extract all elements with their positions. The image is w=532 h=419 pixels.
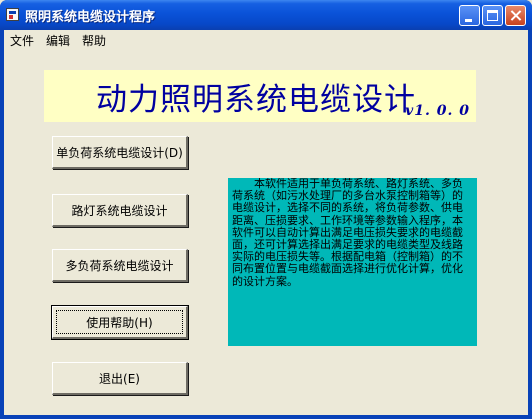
window-title: 照明系统电缆设计程序 bbox=[25, 10, 156, 25]
multi-load-design-button[interactable]: 多负荷系统电缆设计 bbox=[52, 249, 188, 282]
close-icon[interactable] bbox=[505, 5, 526, 26]
title-bar[interactable]: 照明系统电缆设计程序 bbox=[0, 0, 532, 30]
app-window: 照明系统电缆设计程序 文件 编辑 帮助 动力照明系统电缆设计 v1. 0. 0 … bbox=[0, 0, 532, 419]
menu-bar: 文件 编辑 帮助 bbox=[4, 30, 528, 49]
app-heading: 动力照明系统电缆设计 bbox=[96, 82, 416, 118]
menu-edit[interactable]: 编辑 bbox=[46, 32, 70, 49]
street-light-design-button[interactable]: 路灯系统电缆设计 bbox=[52, 194, 188, 227]
single-load-design-button[interactable]: 单负荷系统电缆设计(D) bbox=[52, 136, 188, 169]
menu-file[interactable]: 文件 bbox=[10, 32, 34, 49]
app-window-icon[interactable] bbox=[6, 8, 19, 21]
maximize-icon[interactable] bbox=[482, 5, 503, 26]
main-form: 文件 编辑 帮助 动力照明系统电缆设计 v1. 0. 0 单负荷系统电缆设计(D… bbox=[4, 30, 528, 415]
description-text: 本软件适用于单负荷系统、路灯系统、多负荷系统（如污水处理厂的多台水泵控制箱等）的… bbox=[228, 178, 477, 346]
minimize-icon[interactable] bbox=[459, 5, 480, 26]
version-label: v1. 0. 0 bbox=[405, 103, 470, 119]
menu-help[interactable]: 帮助 bbox=[82, 32, 106, 49]
help-button-label: 使用帮助(H) bbox=[86, 315, 153, 330]
help-button[interactable]: 使用帮助(H) bbox=[51, 305, 189, 340]
exit-button[interactable]: 退出(E) bbox=[52, 362, 188, 395]
header-banner: 动力照明系统电缆设计 v1. 0. 0 bbox=[44, 70, 476, 122]
